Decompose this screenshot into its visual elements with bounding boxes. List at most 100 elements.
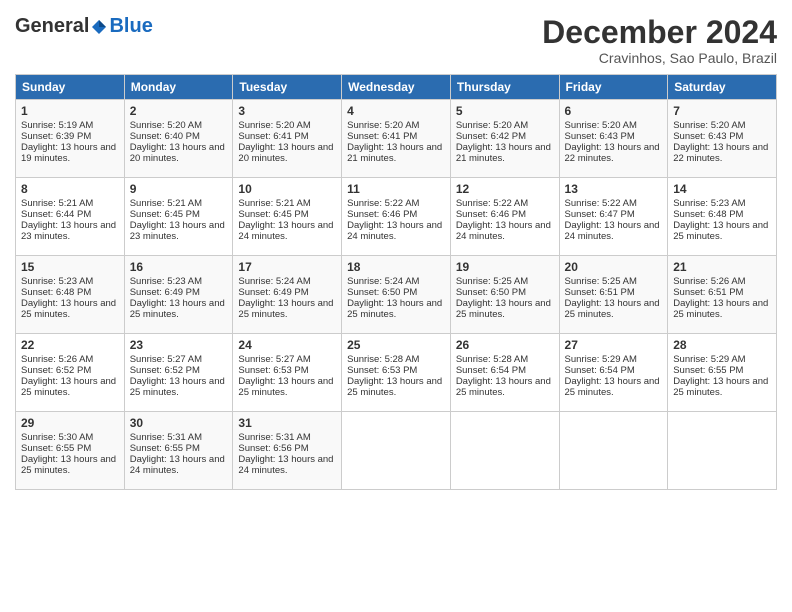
daylight-text: Daylight: 13 hours and 22 minutes. [673, 142, 768, 164]
table-row: 23Sunrise: 5:27 AMSunset: 6:52 PMDayligh… [124, 334, 233, 412]
day-number: 12 [456, 182, 554, 196]
sunrise-text: Sunrise: 5:28 AM [347, 354, 419, 365]
table-row: 29Sunrise: 5:30 AMSunset: 6:55 PMDayligh… [16, 412, 125, 490]
day-number: 29 [21, 416, 119, 430]
table-row: 22Sunrise: 5:26 AMSunset: 6:52 PMDayligh… [16, 334, 125, 412]
sunset-text: Sunset: 6:41 PM [238, 131, 308, 142]
calendar-week-row: 29Sunrise: 5:30 AMSunset: 6:55 PMDayligh… [16, 412, 777, 490]
day-number: 21 [673, 260, 771, 274]
sunrise-text: Sunrise: 5:28 AM [456, 354, 528, 365]
day-number: 16 [130, 260, 228, 274]
sunrise-text: Sunrise: 5:26 AM [673, 276, 745, 287]
logo-general-text: General [15, 15, 89, 38]
header: General Blue December 2024 Cravinhos, Sa… [15, 15, 777, 66]
sunrise-text: Sunrise: 5:31 AM [130, 432, 202, 443]
col-thursday: Thursday [450, 75, 559, 100]
day-number: 28 [673, 338, 771, 352]
table-row: 11Sunrise: 5:22 AMSunset: 6:46 PMDayligh… [342, 178, 451, 256]
table-row: 4Sunrise: 5:20 AMSunset: 6:41 PMDaylight… [342, 100, 451, 178]
sunset-text: Sunset: 6:43 PM [673, 131, 743, 142]
sunset-text: Sunset: 6:45 PM [130, 209, 200, 220]
table-row: 17Sunrise: 5:24 AMSunset: 6:49 PMDayligh… [233, 256, 342, 334]
day-number: 5 [456, 104, 554, 118]
sunrise-text: Sunrise: 5:20 AM [673, 120, 745, 131]
sunrise-text: Sunrise: 5:20 AM [238, 120, 310, 131]
table-row: 25Sunrise: 5:28 AMSunset: 6:53 PMDayligh… [342, 334, 451, 412]
sunrise-text: Sunrise: 5:23 AM [21, 276, 93, 287]
sunset-text: Sunset: 6:44 PM [21, 209, 91, 220]
day-number: 11 [347, 182, 445, 196]
sunset-text: Sunset: 6:42 PM [456, 131, 526, 142]
table-row: 9Sunrise: 5:21 AMSunset: 6:45 PMDaylight… [124, 178, 233, 256]
table-row: 19 Sunrise: 5:25 AMSunset: 6:50 PMDayligh… [450, 256, 559, 334]
daylight-text: Daylight: 13 hours and 25 minutes. [21, 454, 116, 476]
table-row: 27Sunrise: 5:29 AMSunset: 6:54 PMDayligh… [559, 334, 668, 412]
sunrise-text: Sunrise: 5:19 AM [21, 120, 93, 131]
daylight-text: Daylight: 13 hours and 25 minutes. [21, 298, 116, 320]
daylight-text: Daylight: 13 hours and 25 minutes. [673, 220, 768, 242]
day-number: 3 [238, 104, 336, 118]
day-number: 7 [673, 104, 771, 118]
day-number: 24 [238, 338, 336, 352]
sunset-text: Sunset: 6:50 PM [347, 287, 417, 298]
sunrise-text: Sunrise: 5:29 AM [565, 354, 637, 365]
day-number: 9 [130, 182, 228, 196]
sunset-text: Sunset: 6:48 PM [21, 287, 91, 298]
day-number: 27 [565, 338, 663, 352]
daylight-text: Daylight: 13 hours and 25 minutes. [456, 376, 551, 398]
table-row: 20Sunrise: 5:25 AMSunset: 6:51 PMDayligh… [559, 256, 668, 334]
sunset-text: Sunset: 6:50 PM [456, 287, 526, 298]
col-friday: Friday [559, 75, 668, 100]
daylight-text: Daylight: 13 hours and 24 minutes. [565, 220, 660, 242]
calendar-week-row: 8 Sunrise: 5:21 AM Sunset: 6:44 PM Daylight… [16, 178, 777, 256]
sunrise-text: Sunrise: 5:24 AM [347, 276, 419, 287]
table-row: 28Sunrise: 5:29 AMSunset: 6:55 PMDayligh… [668, 334, 777, 412]
day-number: 20 [565, 260, 663, 274]
day-number: 30 [130, 416, 228, 430]
day-number: 2 [130, 104, 228, 118]
table-row [559, 412, 668, 490]
table-row: 16Sunrise: 5:23 AMSunset: 6:49 PMDayligh… [124, 256, 233, 334]
sunrise-text: Sunrise: 5:21 AM [238, 198, 310, 209]
day-number: 10 [238, 182, 336, 196]
table-row: 24Sunrise: 5:27 AMSunset: 6:53 PMDayligh… [233, 334, 342, 412]
daylight-text: Daylight: 13 hours and 25 minutes. [456, 298, 551, 320]
calendar-table: Sunday Monday Tuesday Wednesday Thursday… [15, 74, 777, 490]
day-number: 19 [456, 260, 554, 274]
day-number: 26 [456, 338, 554, 352]
sunrise-text: Sunrise: 5:31 AM [238, 432, 310, 443]
calendar-header-row: Sunday Monday Tuesday Wednesday Thursday… [16, 75, 777, 100]
table-row [668, 412, 777, 490]
sunrise-text: Sunrise: 5:27 AM [130, 354, 202, 365]
daylight-text: Daylight: 13 hours and 25 minutes. [565, 298, 660, 320]
sunset-text: Sunset: 6:55 PM [130, 443, 200, 454]
daylight-text: Daylight: 13 hours and 25 minutes. [673, 376, 768, 398]
sunset-text: Sunset: 6:49 PM [130, 287, 200, 298]
sunrise-text: Sunrise: 5:22 AM [347, 198, 419, 209]
day-number: 8 [21, 182, 119, 196]
sunrise-text: Sunrise: 5:24 AM [238, 276, 310, 287]
sunrise-text: Sunrise: 5:25 AM [456, 276, 528, 287]
daylight-text: Daylight: 13 hours and 25 minutes. [565, 376, 660, 398]
sunset-text: Sunset: 6:48 PM [673, 209, 743, 220]
table-row: 31Sunrise: 5:31 AMSunset: 6:56 PMDayligh… [233, 412, 342, 490]
table-row: 6Sunrise: 5:20 AMSunset: 6:43 PMDaylight… [559, 100, 668, 178]
page: General Blue December 2024 Cravinhos, Sa… [0, 0, 792, 612]
daylight-text: Daylight: 13 hours and 25 minutes. [238, 298, 333, 320]
day-number: 1 [21, 104, 119, 118]
day-number: 18 [347, 260, 445, 274]
sunset-text: Sunset: 6:40 PM [130, 131, 200, 142]
daylight-text: Daylight: 13 hours and 24 minutes. [238, 454, 333, 476]
daylight-text: Daylight: 13 hours and 19 minutes. [21, 142, 116, 164]
col-tuesday: Tuesday [233, 75, 342, 100]
sunset-text: Sunset: 6:39 PM [21, 131, 91, 142]
daylight-text: Daylight: 13 hours and 24 minutes. [347, 220, 442, 242]
col-wednesday: Wednesday [342, 75, 451, 100]
day-number: 14 [673, 182, 771, 196]
sunset-text: Sunset: 6:53 PM [347, 365, 417, 376]
sunset-text: Sunset: 6:54 PM [456, 365, 526, 376]
table-row: 14Sunrise: 5:23 AMSunset: 6:48 PMDayligh… [668, 178, 777, 256]
table-row: 21Sunrise: 5:26 AMSunset: 6:51 PMDayligh… [668, 256, 777, 334]
logo: General Blue [15, 15, 153, 38]
daylight-text: Daylight: 13 hours and 25 minutes. [238, 376, 333, 398]
